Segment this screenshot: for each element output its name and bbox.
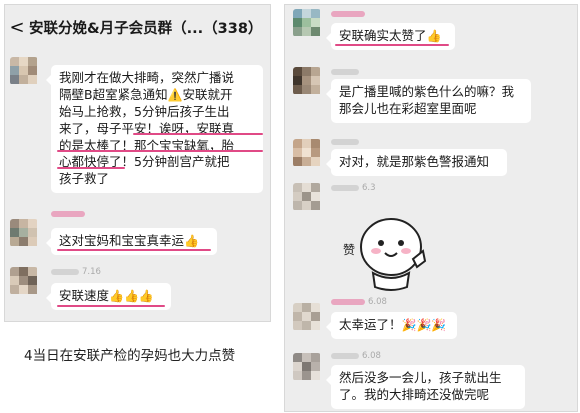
left-chat-screenshot: < 安联分娩&月子会员群（...（338） 我刚才在做大排畸，突然广播说 隔壁B… [4, 4, 271, 322]
highlight-underline [335, 44, 449, 46]
chat-header: < 安联分娩&月子会员群（...（338） [5, 5, 270, 49]
message-line: 了。我的大排畸还没做完呢 [339, 386, 490, 402]
nickname [51, 209, 88, 219]
highlight-underline [57, 150, 263, 152]
nickname: 6.08 [331, 351, 381, 361]
message-line: 始马上抢救，5分钟后孩子生出 [59, 103, 230, 119]
message-bubble: 我刚才在做大排畸，突然广播说 隔壁B超室紧急通知⚠️安联就开 始马上抢救，5分钟… [46, 65, 263, 194]
message-line: 那会儿也在彩超室里面呢 [339, 100, 477, 116]
thumbs-up-icon: 👍 [184, 234, 199, 248]
avatar[interactable] [293, 303, 321, 331]
sticker-label: 赞 [343, 243, 356, 257]
message-text: 这对宝妈和宝宝真幸运 [59, 233, 185, 248]
highlight-underline [57, 305, 165, 307]
nickname: 6.08 [331, 297, 387, 307]
avatar[interactable] [293, 139, 321, 167]
message-bubble: 太幸运了！🎉🎉🎉 [326, 312, 457, 339]
highlight-underline [57, 249, 211, 251]
message-text: 对对，就是那紫色警报通知 [339, 154, 490, 169]
thumbs-up-icon: 👍👍👍 [109, 289, 154, 303]
message-line: 孩子救了 [59, 171, 110, 187]
avatar[interactable] [293, 67, 321, 95]
nickname [331, 67, 362, 77]
thumbs-up-sticker-icon [360, 218, 427, 291]
avatar[interactable] [293, 183, 321, 211]
highlight-underline [133, 133, 263, 135]
message-line: 然后没多一会儿，孩子就出生 [339, 370, 502, 385]
nickname [331, 137, 362, 147]
back-chevron-icon[interactable]: < [5, 17, 29, 38]
warning-icon: ⚠️ [167, 87, 183, 102]
message-line: 我刚才在做大排畸，突然广播说 [59, 70, 235, 85]
nickname: 6.3 [331, 183, 376, 193]
avatar[interactable] [10, 57, 38, 85]
message-bubble: 对对，就是那紫色警报通知 [326, 149, 507, 176]
group-title: 安联分娩&月子会员群（...（338） [29, 20, 263, 37]
right-chat-screenshot: 安联确实太赞了👍 是广播里喊的紫色什么的嘛？我 那会儿也在彩超室里面呢 对对，就… [284, 4, 578, 412]
avatar[interactable] [293, 9, 321, 37]
message-text: 太幸运了！ [339, 317, 402, 332]
avatar[interactable] [10, 219, 38, 247]
message-bubble: 是广播里喊的紫色什么的嘛？我 那会儿也在彩超室里面呢 [326, 79, 531, 123]
thumbs-up-icon: 👍 [426, 29, 442, 43]
highlight-underline [57, 167, 125, 169]
message-line: 是广播里喊的紫色什么的嘛？我 [339, 84, 515, 99]
nickname [331, 9, 368, 19]
message-text: 安联确实太赞了 [339, 28, 427, 43]
message-line: 隔壁B超室紧急通知⚠️安联就开 [59, 86, 233, 102]
message-bubble: 然后没多一会儿，孩子就出生 了。我的大排畸还没做完呢 [326, 365, 525, 409]
party-popper-icon: 🎉🎉🎉 [401, 318, 447, 332]
nickname: 7.16 [51, 267, 101, 277]
message-text: 安联速度 [59, 288, 110, 303]
caption: 4当日在安联产检的孕妈也大力点赞 [24, 348, 236, 364]
avatar[interactable] [10, 267, 38, 295]
avatar[interactable] [293, 353, 321, 381]
